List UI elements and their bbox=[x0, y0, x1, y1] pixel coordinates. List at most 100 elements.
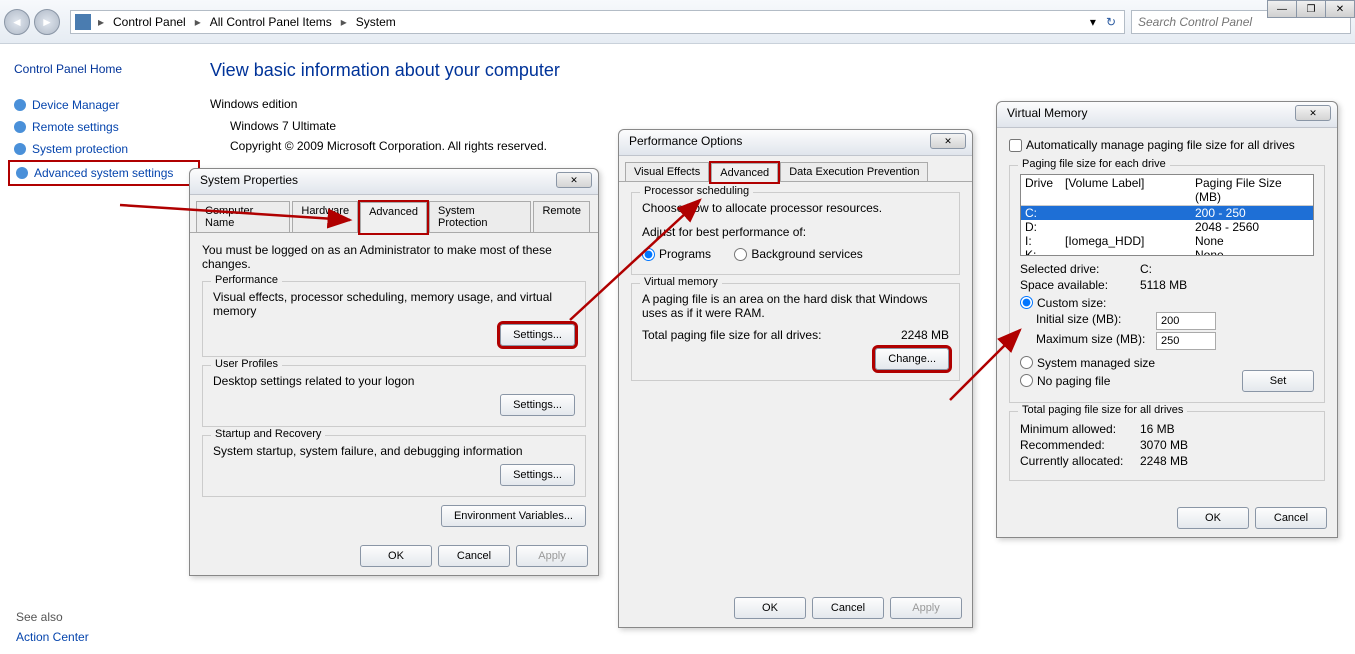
radio-input[interactable] bbox=[734, 248, 747, 261]
sidebar-link-remote-settings[interactable]: Remote settings bbox=[8, 116, 200, 138]
performance-options-dialog: Performance Options ✕ Visual Effects Adv… bbox=[618, 129, 973, 628]
startup-recovery-desc: System startup, system failure, and debu… bbox=[213, 444, 575, 458]
cancel-button[interactable]: Cancel bbox=[438, 545, 510, 567]
forward-button[interactable]: ► bbox=[34, 9, 60, 35]
tab-advanced[interactable]: Advanced bbox=[711, 163, 778, 182]
performance-group: Performance Visual effects, processor sc… bbox=[202, 281, 586, 357]
virtual-memory-dialog: Virtual Memory ✕ Automatically manage pa… bbox=[996, 101, 1338, 538]
apply-button[interactable]: Apply bbox=[890, 597, 962, 619]
window-close[interactable]: ✕ bbox=[1325, 0, 1355, 18]
checkbox-label: Automatically manage paging file size fo… bbox=[1026, 138, 1295, 152]
tab-hardware[interactable]: Hardware bbox=[292, 201, 358, 232]
ok-button[interactable]: OK bbox=[360, 545, 432, 567]
chevron-right-icon: ▸ bbox=[192, 15, 204, 29]
paging-file-title: Paging file size for each drive bbox=[1018, 158, 1170, 170]
virtual-memory-group: Virtual memory A paging file is an area … bbox=[631, 283, 960, 381]
auto-manage-checkbox[interactable]: Automatically manage paging file size fo… bbox=[1009, 138, 1295, 152]
checkbox-input[interactable] bbox=[1009, 139, 1022, 152]
environment-variables-button[interactable]: Environment Variables... bbox=[441, 505, 586, 527]
sidebar-item-label: Remote settings bbox=[32, 120, 119, 134]
ok-button[interactable]: OK bbox=[734, 597, 806, 619]
col-paging: Paging File Size (MB) bbox=[1191, 175, 1313, 205]
main-content: View basic information about your comput… bbox=[210, 60, 560, 159]
radio-label: System managed size bbox=[1037, 356, 1155, 370]
tab-remote[interactable]: Remote bbox=[533, 201, 590, 232]
drive-row[interactable]: D:2048 - 2560 bbox=[1021, 220, 1313, 234]
performance-settings-button[interactable]: Settings... bbox=[500, 324, 575, 346]
tab-computer-name[interactable]: Computer Name bbox=[196, 201, 290, 232]
ok-button[interactable]: OK bbox=[1177, 507, 1249, 529]
performance-options-tabs: Visual Effects Advanced Data Execution P… bbox=[619, 156, 972, 182]
see-also-action-center[interactable]: Action Center bbox=[16, 630, 89, 644]
radio-label: No paging file bbox=[1037, 374, 1110, 388]
cancel-button[interactable]: Cancel bbox=[1255, 507, 1327, 529]
back-button[interactable]: ◄ bbox=[4, 9, 30, 35]
sidebar-link-device-manager[interactable]: Device Manager bbox=[8, 94, 200, 116]
tab-advanced[interactable]: Advanced bbox=[360, 202, 427, 233]
explorer-toolbar: ◄ ► ▸ Control Panel ▸ All Control Panel … bbox=[0, 0, 1355, 44]
radio-input[interactable] bbox=[642, 248, 655, 261]
drive-row[interactable]: K:None bbox=[1021, 248, 1313, 256]
sidebar-home-link[interactable]: Control Panel Home bbox=[8, 54, 200, 84]
change-button[interactable]: Change... bbox=[875, 348, 949, 370]
sidebar-link-advanced-system-settings[interactable]: Advanced system settings bbox=[8, 160, 200, 186]
crumb-2[interactable]: All Control Panel Items bbox=[204, 15, 338, 29]
vm-total-value: 2248 MB bbox=[901, 328, 949, 342]
shield-icon bbox=[16, 167, 28, 179]
processor-scheduling-desc: Choose how to allocate processor resourc… bbox=[642, 201, 949, 215]
col-volume: [Volume Label] bbox=[1061, 175, 1191, 205]
shield-icon bbox=[14, 99, 26, 111]
windows-edition-name: Windows 7 Ultimate bbox=[210, 119, 560, 133]
tab-visual-effects[interactable]: Visual Effects bbox=[625, 162, 709, 181]
radio-system-managed[interactable]: System managed size bbox=[1020, 356, 1294, 370]
radio-input[interactable] bbox=[1020, 296, 1033, 309]
radio-programs[interactable]: Programs bbox=[642, 247, 711, 261]
performance-group-title: Performance bbox=[211, 274, 282, 286]
radio-background-services[interactable]: Background services bbox=[734, 247, 862, 261]
radio-input[interactable] bbox=[1020, 356, 1033, 369]
radio-input[interactable] bbox=[1020, 374, 1033, 387]
shield-icon bbox=[14, 121, 26, 133]
virtual-memory-title: Virtual memory bbox=[640, 276, 722, 288]
maximum-size-input[interactable] bbox=[1156, 332, 1216, 350]
chevron-right-icon: ▸ bbox=[95, 15, 107, 29]
tab-dep[interactable]: Data Execution Prevention bbox=[780, 162, 928, 181]
drive-list[interactable]: Drive [Volume Label] Paging File Size (M… bbox=[1020, 174, 1314, 256]
tab-system-protection[interactable]: System Protection bbox=[429, 201, 531, 232]
dropdown-icon[interactable]: ▾ bbox=[1084, 15, 1102, 29]
close-icon[interactable]: ✕ bbox=[930, 133, 966, 149]
currently-allocated-value: 2248 MB bbox=[1140, 454, 1188, 468]
startup-recovery-settings-button[interactable]: Settings... bbox=[500, 464, 575, 486]
cancel-button[interactable]: Cancel bbox=[812, 597, 884, 619]
space-available-label: Space available: bbox=[1020, 278, 1140, 292]
window-minimize[interactable]: — bbox=[1267, 0, 1297, 18]
radio-custom-size[interactable]: Custom size: bbox=[1020, 296, 1294, 310]
drive-row[interactable]: I:[Iomega_HDD]None bbox=[1021, 234, 1313, 248]
set-button[interactable]: Set bbox=[1242, 370, 1314, 392]
min-allowed-label: Minimum allowed: bbox=[1020, 422, 1140, 436]
user-profiles-settings-button[interactable]: Settings... bbox=[500, 394, 575, 416]
space-available-value: 5118 MB bbox=[1140, 278, 1187, 292]
close-icon[interactable]: ✕ bbox=[1295, 105, 1331, 121]
crumb-1[interactable]: Control Panel bbox=[107, 15, 192, 29]
sidebar: Control Panel Home Device Manager Remote… bbox=[0, 44, 200, 654]
breadcrumb[interactable]: ▸ Control Panel ▸ All Control Panel Item… bbox=[70, 10, 1125, 34]
user-profiles-title: User Profiles bbox=[211, 358, 282, 370]
radio-no-paging-file[interactable]: No paging file bbox=[1020, 374, 1222, 388]
initial-size-input[interactable] bbox=[1156, 312, 1216, 330]
total-paging-group: Total paging file size for all drives Mi… bbox=[1009, 411, 1325, 481]
total-paging-title: Total paging file size for all drives bbox=[1018, 404, 1187, 416]
sidebar-item-label: System protection bbox=[32, 142, 128, 156]
refresh-icon[interactable]: ↻ bbox=[1102, 15, 1120, 29]
crumb-3[interactable]: System bbox=[350, 15, 402, 29]
apply-button[interactable]: Apply bbox=[516, 545, 588, 567]
user-profiles-group: User Profiles Desktop settings related t… bbox=[202, 365, 586, 427]
window-maximize[interactable]: ❐ bbox=[1296, 0, 1326, 18]
startup-recovery-group: Startup and Recovery System startup, sys… bbox=[202, 435, 586, 497]
close-icon[interactable]: ✕ bbox=[556, 172, 592, 188]
sidebar-link-system-protection[interactable]: System protection bbox=[8, 138, 200, 160]
user-profiles-desc: Desktop settings related to your logon bbox=[213, 374, 575, 388]
paging-file-group: Paging file size for each drive Drive [V… bbox=[1009, 165, 1325, 403]
drive-row[interactable]: C:200 - 250 bbox=[1021, 206, 1313, 220]
col-drive: Drive bbox=[1021, 175, 1061, 205]
